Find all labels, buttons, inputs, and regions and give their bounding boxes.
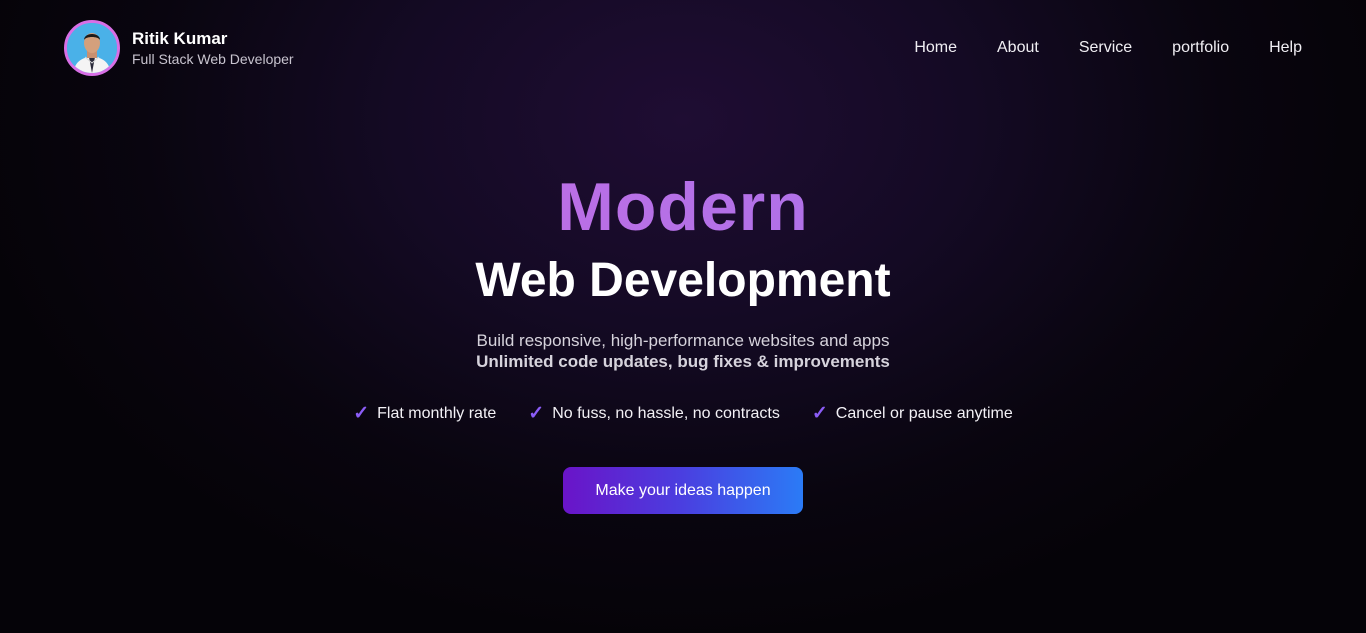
nav-portfolio-link[interactable]: portfolio — [1172, 38, 1229, 58]
hero-section: Modern Web Development Build responsive,… — [0, 168, 1366, 514]
site-header: Ritik Kumar Full Stack Web Developer Hom… — [0, 0, 1366, 96]
check-icon: ✓ — [353, 403, 370, 424]
check-icon: ✓ — [811, 403, 828, 424]
feature-label: No fuss, no hassle, no contracts — [552, 405, 780, 422]
nav-service-link[interactable]: Service — [1079, 38, 1132, 58]
profile-photo-icon — [67, 23, 117, 73]
hero-accent-heading: Modern — [0, 168, 1366, 246]
feature-label: Cancel or pause anytime — [835, 405, 1013, 422]
nav-home-link[interactable]: Home — [914, 38, 957, 58]
feature-list: ✓ Flat monthly rate ✓ No fuss, no hassle… — [0, 404, 1366, 424]
feature-label: Flat monthly rate — [377, 405, 497, 422]
hero-subtitle-bold: Unlimited code updates, bug fixes & impr… — [476, 352, 890, 371]
hero-subtitle: Build responsive, high-performance websi… — [476, 331, 890, 350]
feature-item: ✓ Cancel or pause anytime — [812, 404, 1013, 424]
nav-about-link[interactable]: About — [997, 38, 1039, 58]
brand-text: Ritik Kumar Full Stack Web Developer — [132, 29, 294, 68]
check-icon: ✓ — [528, 403, 545, 424]
hero-title: Web Development — [475, 254, 891, 307]
avatar — [64, 20, 120, 76]
feature-item: ✓ Flat monthly rate — [353, 404, 496, 424]
brand[interactable]: Ritik Kumar Full Stack Web Developer — [64, 20, 294, 76]
brand-role: Full Stack Web Developer — [132, 50, 294, 67]
make-ideas-happen-button[interactable]: Make your ideas happen — [563, 467, 803, 514]
brand-name: Ritik Kumar — [132, 28, 228, 48]
cta-wrapper: Make your ideas happen — [0, 467, 1366, 514]
feature-item: ✓ No fuss, no hassle, no contracts — [528, 404, 780, 424]
nav-help-link[interactable]: Help — [1269, 38, 1302, 58]
main-nav: Home About Service portfolio Help — [914, 38, 1302, 58]
